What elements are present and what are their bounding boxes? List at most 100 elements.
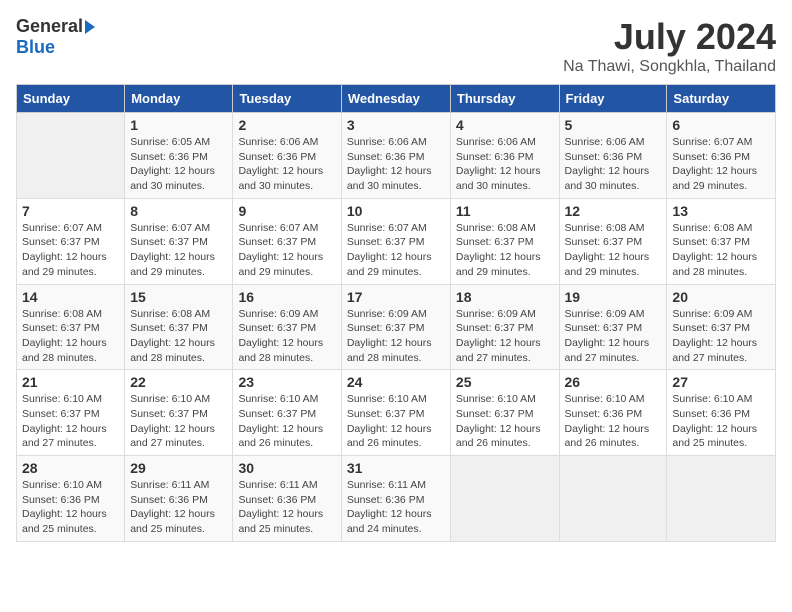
day-number: 13 xyxy=(672,203,770,219)
day-number: 9 xyxy=(238,203,335,219)
weekday-header-wednesday: Wednesday xyxy=(341,85,450,113)
calendar-cell: 11 Sunrise: 6:08 AM Sunset: 6:37 PM Dayli… xyxy=(450,198,559,284)
calendar-week-2: 7 Sunrise: 6:07 AM Sunset: 6:37 PM Daylig… xyxy=(17,198,776,284)
day-detail: Sunrise: 6:08 AM Sunset: 6:37 PM Dayligh… xyxy=(22,307,119,366)
day-number: 7 xyxy=(22,203,119,219)
calendar-cell: 23 Sunrise: 6:10 AM Sunset: 6:37 PM Dayli… xyxy=(233,370,341,456)
calendar-cell: 4Sunrise: 6:06 AM Sunset: 6:36 PM Daylig… xyxy=(450,113,559,199)
day-detail: Sunrise: 6:06 AM Sunset: 6:36 PM Dayligh… xyxy=(347,135,445,194)
day-number: 31 xyxy=(347,460,445,476)
logo: General Blue xyxy=(16,16,95,58)
day-detail: Sunrise: 6:11 AM Sunset: 6:36 PM Dayligh… xyxy=(347,478,445,537)
day-detail: Sunrise: 6:08 AM Sunset: 6:37 PM Dayligh… xyxy=(130,307,227,366)
calendar-cell: 9 Sunrise: 6:07 AM Sunset: 6:37 PM Daylig… xyxy=(233,198,341,284)
calendar-cell: 30 Sunrise: 6:11 AM Sunset: 6:36 PM Dayli… xyxy=(233,456,341,542)
calendar-cell: 6 Sunrise: 6:07 AM Sunset: 6:36 PM Daylig… xyxy=(667,113,776,199)
day-number: 28 xyxy=(22,460,119,476)
calendar-cell xyxy=(450,456,559,542)
calendar-cell: 15Sunrise: 6:08 AM Sunset: 6:37 PM Dayli… xyxy=(125,284,233,370)
calendar-cell: 19Sunrise: 6:09 AM Sunset: 6:37 PM Dayli… xyxy=(559,284,667,370)
calendar-cell: 10 Sunrise: 6:07 AM Sunset: 6:37 PM Dayli… xyxy=(341,198,450,284)
day-number: 4 xyxy=(456,117,554,133)
day-detail: Sunrise: 6:10 AM Sunset: 6:36 PM Dayligh… xyxy=(565,392,662,451)
day-number: 11 xyxy=(456,203,554,219)
logo-triangle-icon xyxy=(85,20,95,34)
calendar-cell: 20 Sunrise: 6:09 AM Sunset: 6:37 PM Dayli… xyxy=(667,284,776,370)
day-number: 24 xyxy=(347,374,445,390)
day-number: 6 xyxy=(672,117,770,133)
day-detail: Sunrise: 6:05 AM Sunset: 6:36 PM Dayligh… xyxy=(130,135,227,194)
weekday-header-sunday: Sunday xyxy=(17,85,125,113)
day-detail: Sunrise: 6:11 AM Sunset: 6:36 PM Dayligh… xyxy=(238,478,335,537)
calendar-table: SundayMondayTuesdayWednesdayThursdayFrid… xyxy=(16,84,776,542)
day-number: 21 xyxy=(22,374,119,390)
day-detail: Sunrise: 6:07 AM Sunset: 6:37 PM Dayligh… xyxy=(347,221,445,280)
calendar-cell: 18 Sunrise: 6:09 AM Sunset: 6:37 PM Dayli… xyxy=(450,284,559,370)
day-number: 14 xyxy=(22,289,119,305)
calendar-week-3: 14 Sunrise: 6:08 AM Sunset: 6:37 PM Dayli… xyxy=(17,284,776,370)
calendar-cell: 1 Sunrise: 6:05 AM Sunset: 6:36 PM Daylig… xyxy=(125,113,233,199)
day-number: 29 xyxy=(130,460,227,476)
calendar-cell: 3 Sunrise: 6:06 AM Sunset: 6:36 PM Daylig… xyxy=(341,113,450,199)
logo-general-text: General xyxy=(16,16,83,37)
calendar-cell: 8 Sunrise: 6:07 AM Sunset: 6:37 PM Daylig… xyxy=(125,198,233,284)
day-detail: Sunrise: 6:10 AM Sunset: 6:37 PM Dayligh… xyxy=(22,392,119,451)
logo-blue-text: Blue xyxy=(16,37,55,58)
calendar-cell: 25 Sunrise: 6:10 AM Sunset: 6:37 PM Dayli… xyxy=(450,370,559,456)
day-number: 30 xyxy=(238,460,335,476)
day-detail: Sunrise: 6:09 AM Sunset: 6:37 PM Dayligh… xyxy=(672,307,770,366)
day-detail: Sunrise: 6:09 AM Sunset: 6:37 PM Dayligh… xyxy=(456,307,554,366)
day-number: 23 xyxy=(238,374,335,390)
calendar-header: SundayMondayTuesdayWednesdayThursdayFrid… xyxy=(17,85,776,113)
day-detail: Sunrise: 6:09 AM Sunset: 6:37 PM Dayligh… xyxy=(347,307,445,366)
calendar-cell: 28Sunrise: 6:10 AM Sunset: 6:36 PM Dayli… xyxy=(17,456,125,542)
day-detail: Sunrise: 6:09 AM Sunset: 6:37 PM Dayligh… xyxy=(565,307,662,366)
weekday-header-thursday: Thursday xyxy=(450,85,559,113)
calendar-title: July 2024 xyxy=(563,16,776,58)
day-detail: Sunrise: 6:07 AM Sunset: 6:37 PM Dayligh… xyxy=(238,221,335,280)
day-detail: Sunrise: 6:10 AM Sunset: 6:37 PM Dayligh… xyxy=(456,392,554,451)
calendar-cell xyxy=(667,456,776,542)
calendar-cell: 2 Sunrise: 6:06 AM Sunset: 6:36 PM Daylig… xyxy=(233,113,341,199)
day-detail: Sunrise: 6:10 AM Sunset: 6:37 PM Dayligh… xyxy=(347,392,445,451)
day-number: 10 xyxy=(347,203,445,219)
day-detail: Sunrise: 6:08 AM Sunset: 6:37 PM Dayligh… xyxy=(565,221,662,280)
day-number: 18 xyxy=(456,289,554,305)
day-detail: Sunrise: 6:10 AM Sunset: 6:36 PM Dayligh… xyxy=(672,392,770,451)
day-number: 20 xyxy=(672,289,770,305)
calendar-week-1: 1 Sunrise: 6:05 AM Sunset: 6:36 PM Daylig… xyxy=(17,113,776,199)
day-number: 2 xyxy=(238,117,335,133)
calendar-cell xyxy=(17,113,125,199)
day-number: 3 xyxy=(347,117,445,133)
calendar-cell: 27Sunrise: 6:10 AM Sunset: 6:36 PM Dayli… xyxy=(667,370,776,456)
calendar-cell: 31 Sunrise: 6:11 AM Sunset: 6:36 PM Dayli… xyxy=(341,456,450,542)
day-detail: Sunrise: 6:08 AM Sunset: 6:37 PM Dayligh… xyxy=(672,221,770,280)
day-detail: Sunrise: 6:07 AM Sunset: 6:36 PM Dayligh… xyxy=(672,135,770,194)
calendar-cell: 24 Sunrise: 6:10 AM Sunset: 6:37 PM Dayli… xyxy=(341,370,450,456)
day-number: 26 xyxy=(565,374,662,390)
calendar-cell: 22Sunrise: 6:10 AM Sunset: 6:37 PM Dayli… xyxy=(125,370,233,456)
weekday-header-saturday: Saturday xyxy=(667,85,776,113)
calendar-cell: 13 Sunrise: 6:08 AM Sunset: 6:37 PM Dayli… xyxy=(667,198,776,284)
day-detail: Sunrise: 6:07 AM Sunset: 6:37 PM Dayligh… xyxy=(130,221,227,280)
calendar-week-4: 21 Sunrise: 6:10 AM Sunset: 6:37 PM Dayli… xyxy=(17,370,776,456)
calendar-cell: 7Sunrise: 6:07 AM Sunset: 6:37 PM Daylig… xyxy=(17,198,125,284)
day-detail: Sunrise: 6:06 AM Sunset: 6:36 PM Dayligh… xyxy=(238,135,335,194)
day-number: 1 xyxy=(130,117,227,133)
weekday-header-friday: Friday xyxy=(559,85,667,113)
day-number: 25 xyxy=(456,374,554,390)
weekday-header-tuesday: Tuesday xyxy=(233,85,341,113)
day-detail: Sunrise: 6:08 AM Sunset: 6:37 PM Dayligh… xyxy=(456,221,554,280)
calendar-cell: 17 Sunrise: 6:09 AM Sunset: 6:37 PM Dayli… xyxy=(341,284,450,370)
calendar-cell xyxy=(559,456,667,542)
header: General Blue July 2024 Na Thawi, Songkhl… xyxy=(16,16,776,76)
day-number: 17 xyxy=(347,289,445,305)
day-number: 8 xyxy=(130,203,227,219)
calendar-cell: 29Sunrise: 6:11 AM Sunset: 6:36 PM Dayli… xyxy=(125,456,233,542)
day-detail: Sunrise: 6:10 AM Sunset: 6:37 PM Dayligh… xyxy=(238,392,335,451)
calendar-body: 1 Sunrise: 6:05 AM Sunset: 6:36 PM Daylig… xyxy=(17,113,776,542)
calendar-cell: 16Sunrise: 6:09 AM Sunset: 6:37 PM Dayli… xyxy=(233,284,341,370)
calendar-week-5: 28Sunrise: 6:10 AM Sunset: 6:36 PM Dayli… xyxy=(17,456,776,542)
calendar-cell: 5Sunrise: 6:06 AM Sunset: 6:36 PM Daylig… xyxy=(559,113,667,199)
weekday-header-row: SundayMondayTuesdayWednesdayThursdayFrid… xyxy=(17,85,776,113)
